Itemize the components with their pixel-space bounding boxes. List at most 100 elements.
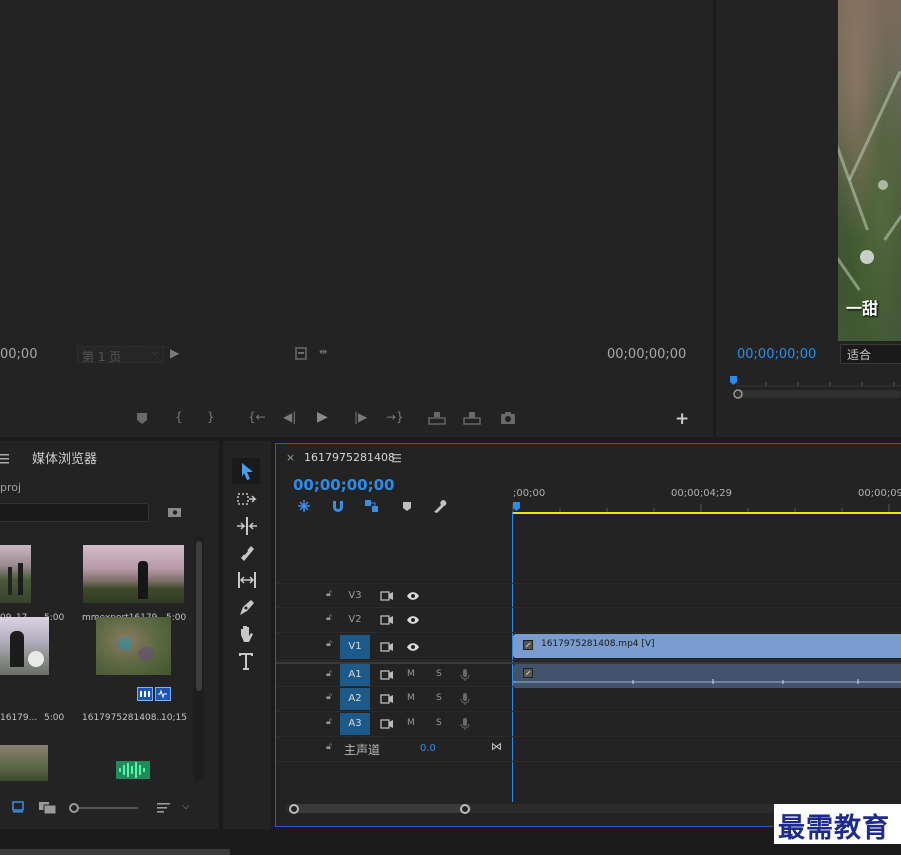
mute-button[interactable]: M <box>407 669 415 679</box>
eye-icon[interactable] <box>406 642 420 652</box>
toggle-sync-icon[interactable] <box>380 693 394 705</box>
track-v1: 🔓︎ V1 1617975281408.mp4 [V] <box>276 633 901 661</box>
video-clip[interactable]: 1617975281408.mp4 [V] <box>513 634 901 658</box>
time-ruler[interactable]: ;00;00 00;00;04;29 00;00;09 <box>512 484 901 514</box>
mark-out-icon[interactable]: } <box>207 410 215 424</box>
go-to-edit-icon[interactable]: ⋈ <box>491 740 502 753</box>
snap-magnet-icon[interactable] <box>331 499 345 513</box>
hand-tool-icon[interactable] <box>235 623 259 645</box>
list-view-icon[interactable] <box>12 801 24 813</box>
sort-icon[interactable] <box>157 802 171 814</box>
media-thumbnail[interactable] <box>83 545 184 603</box>
linked-selection-icon[interactable] <box>364 499 380 513</box>
marker-icon[interactable] <box>136 412 148 425</box>
zoom-handle-right[interactable] <box>460 804 470 814</box>
nest-icon[interactable] <box>296 499 312 513</box>
timeline-timecode[interactable]: 00;00;00;00 <box>293 476 395 494</box>
track-v3: 🔓︎ V3 <box>276 583 901 608</box>
chevron-down-icon[interactable]: ⌵ <box>182 801 190 812</box>
toggle-sync-icon[interactable] <box>380 590 394 602</box>
media-thumbnail[interactable] <box>0 745 48 781</box>
zoom-slider-handle[interactable] <box>69 803 79 813</box>
selection-tool-icon[interactable] <box>235 461 259 483</box>
close-icon[interactable]: × <box>286 451 295 464</box>
microphone-icon[interactable] <box>460 692 470 706</box>
lock-icon[interactable]: 🔓︎ <box>326 669 332 679</box>
project-scrollbar[interactable] <box>194 537 204 781</box>
program-timecode[interactable]: 00;00;00;00 <box>737 347 816 362</box>
microphone-icon[interactable] <box>460 668 470 682</box>
lock-icon[interactable]: 🔓︎ <box>326 692 332 702</box>
lock-icon[interactable]: 🔓︎ <box>326 589 332 599</box>
search-input[interactable] <box>0 503 149 522</box>
overwrite-icon[interactable] <box>463 411 481 425</box>
insert-icon[interactable] <box>428 411 446 425</box>
play-small-icon[interactable]: ▶ <box>170 346 179 360</box>
lock-icon[interactable]: 🔓︎ <box>326 742 332 752</box>
media-thumbnail[interactable] <box>96 617 171 675</box>
toggle-sync-icon[interactable] <box>380 641 394 653</box>
add-marker-icon[interactable] <box>402 501 412 512</box>
media-thumbnail[interactable] <box>0 617 49 675</box>
mark-in-icon[interactable]: { <box>175 410 183 424</box>
ripple-edit-tool-icon[interactable] <box>235 515 259 537</box>
sequence-tab[interactable]: 1617975281408 <box>304 451 395 464</box>
toggle-sync-icon[interactable] <box>380 614 394 626</box>
mute-button[interactable]: M <box>407 718 415 728</box>
media-thumbnail[interactable] <box>0 545 31 603</box>
icon-view-icon[interactable] <box>38 801 58 815</box>
media-name: 16179... <box>0 713 38 723</box>
eye-icon[interactable] <box>406 591 420 601</box>
track-label[interactable]: A1 <box>340 664 370 686</box>
eye-icon[interactable] <box>406 615 420 625</box>
zoom-slider[interactable] <box>72 807 138 809</box>
track-a1: 🔓︎ A1 M S <box>276 662 901 688</box>
go-to-in-icon[interactable]: {← <box>248 410 266 424</box>
track-select-tool-icon[interactable] <box>235 489 259 511</box>
watermark-box: 最需教育 <box>774 804 901 844</box>
toggle-sync-icon[interactable] <box>380 669 394 681</box>
audio-clip[interactable] <box>513 664 901 688</box>
wrench-icon[interactable] <box>432 499 448 514</box>
track-label[interactable]: V2 <box>340 609 370 631</box>
tab-media-browser[interactable]: 媒体浏览器 <box>32 448 97 467</box>
audio-waveform-thumb-icon[interactable] <box>116 759 150 781</box>
audio-waveform-icon[interactable]: ⇹ <box>319 347 327 358</box>
lock-icon[interactable]: 🔓︎ <box>326 639 332 649</box>
solo-button[interactable]: S <box>436 669 442 679</box>
go-to-out-icon[interactable]: →} <box>386 410 404 424</box>
media-duration: 10;15 <box>161 713 187 723</box>
slip-tool-icon[interactable] <box>235 569 259 591</box>
solo-button[interactable]: S <box>436 718 442 728</box>
type-tool-icon[interactable] <box>235 650 259 672</box>
solo-button[interactable]: S <box>436 693 442 703</box>
zoom-handle-left[interactable] <box>289 804 299 814</box>
step-forward-icon[interactable]: |▶ <box>354 410 367 424</box>
play-icon[interactable]: ▶ <box>317 409 328 425</box>
pen-tool-icon[interactable] <box>235 596 259 618</box>
track-v2: 🔓︎ V2 <box>276 608 901 633</box>
tools-panel <box>223 441 271 829</box>
page-select[interactable]: 第 1 页 ⌵ <box>77 346 164 364</box>
lock-icon[interactable]: 🔓︎ <box>326 613 332 623</box>
folder-search-icon[interactable] <box>167 506 182 518</box>
track-label[interactable]: A3 <box>340 713 370 735</box>
mute-button[interactable]: M <box>407 693 415 703</box>
step-back-icon[interactable]: ◀| <box>283 410 296 424</box>
export-frame-icon[interactable] <box>295 347 307 360</box>
track-label[interactable]: A2 <box>340 688 370 710</box>
toggle-sync-icon[interactable] <box>380 718 394 730</box>
add-button-icon[interactable]: + <box>675 409 689 429</box>
program-mini-ruler[interactable] <box>728 372 901 402</box>
microphone-icon[interactable] <box>460 717 470 731</box>
master-volume-value[interactable]: 0.0 <box>420 743 436 754</box>
lock-icon[interactable]: 🔓︎ <box>326 717 332 727</box>
track-label[interactable]: V3 <box>340 585 370 607</box>
panel-menu-icon[interactable] <box>392 453 402 463</box>
track-label[interactable]: V1 <box>340 635 370 659</box>
camera-icon[interactable] <box>500 411 516 425</box>
fit-select[interactable]: 适合 <box>840 344 901 364</box>
razor-tool-icon[interactable] <box>235 542 259 564</box>
panel-menu-icon[interactable] <box>0 453 10 465</box>
project-path: proj <box>0 481 22 494</box>
